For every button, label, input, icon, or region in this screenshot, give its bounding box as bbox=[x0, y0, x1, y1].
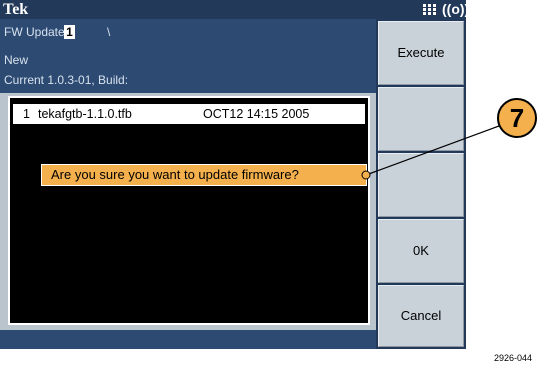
callout-number-badge: 7 bbox=[497, 98, 537, 138]
figure-id: 2926-044 bbox=[494, 353, 533, 363]
callout-leader bbox=[361, 125, 500, 180]
